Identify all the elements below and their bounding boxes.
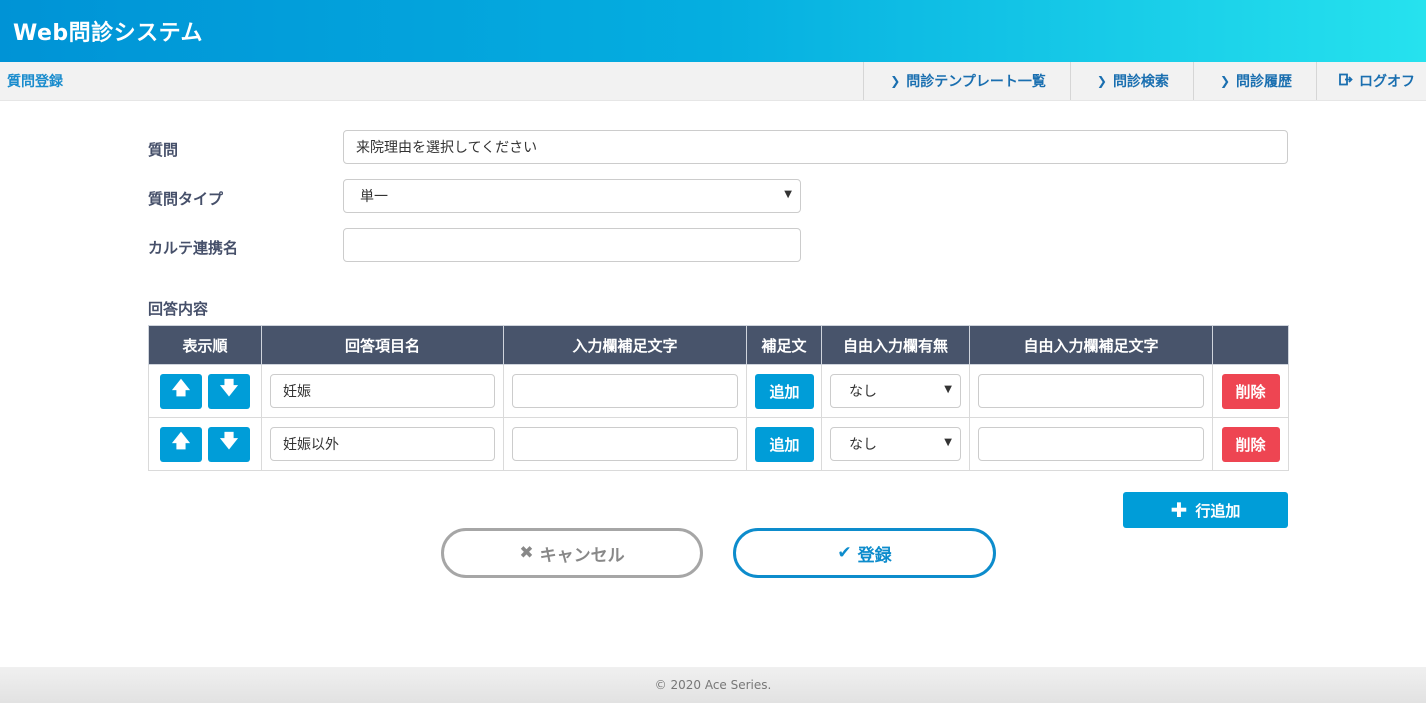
karte-label: カルテ連携名 — [148, 239, 239, 257]
chevron-down-icon: ▼ — [944, 437, 952, 448]
delete-button[interactable]: 削除 — [1221, 373, 1280, 409]
answers-section-label: 回答内容 — [148, 300, 209, 318]
free-supplement-cell — [969, 364, 1213, 418]
question-label: 質問 — [148, 141, 179, 159]
order-buttons: 🡅 🡇 — [157, 426, 253, 462]
nav-link-label: 問診検索 — [1112, 74, 1169, 90]
answer-name-input[interactable]: 妊娠以外 — [270, 427, 495, 461]
nav-link-label: 問診テンプレート一覧 — [906, 74, 1046, 90]
karte-input[interactable] — [343, 228, 801, 262]
cancel-button[interactable]: ✖ キャンセル — [441, 528, 703, 578]
question-input[interactable]: 来院理由を選択してください — [343, 130, 1288, 164]
close-icon: ✖ — [519, 543, 534, 563]
copyright-text: © 2020 Ace Series. — [654, 678, 772, 692]
supplement-input[interactable] — [512, 374, 738, 408]
move-down-button[interactable]: 🡇 — [208, 426, 250, 462]
add-supplement-cell: 追加 — [746, 417, 822, 471]
free-input-select[interactable]: なし ▼ — [830, 427, 961, 461]
nav-links: ❯ 問診テンプレート一覧 ❯ 問診検索 ❯ 問診履歴 ログオフ — [863, 62, 1426, 100]
question-type-label: 質問タイプ — [148, 190, 224, 208]
column-header — [1212, 325, 1289, 365]
column-header: 自由入力欄有無 — [821, 325, 970, 365]
submit-button[interactable]: ✔ 登録 — [733, 528, 996, 578]
nav-link-label: ログオフ — [1359, 74, 1415, 90]
order-cell: 🡅 🡇 — [148, 417, 262, 471]
app-title: Web問診システム — [13, 21, 203, 46]
order-buttons: 🡅 🡇 — [157, 373, 253, 409]
arrow-up-icon: 🡅 — [171, 431, 191, 452]
footer: © 2020 Ace Series. — [0, 667, 1426, 703]
free-input-cell: なし ▼ — [821, 364, 970, 418]
logout-icon — [1339, 73, 1353, 90]
delete-cell: 削除 — [1212, 417, 1289, 471]
question-form: 質問 来院理由を選択してください 質問タイプ 単一 ▼ カルテ連携名 — [148, 130, 1288, 262]
cancel-label: キャンセル — [539, 545, 625, 566]
check-icon: ✔ — [837, 543, 852, 563]
answer-name-cell: 妊娠以外 — [261, 417, 504, 471]
move-down-button[interactable]: 🡇 — [208, 373, 250, 409]
column-header: 自由入力欄補足文字 — [969, 325, 1213, 365]
delete-cell: 削除 — [1212, 364, 1289, 418]
delete-button[interactable]: 削除 — [1221, 426, 1280, 462]
free-supplement-input[interactable] — [978, 427, 1204, 461]
question-type-value: 単一 — [360, 189, 388, 205]
table-row: 🡅 🡇 妊娠以外 追加 なし ▼ 削除 — [148, 417, 1289, 471]
table-row: 🡅 🡇 妊娠 追加 なし ▼ 削除 — [148, 364, 1289, 418]
submit-label: 登録 — [857, 545, 892, 566]
chevron-down-icon: ▼ — [784, 189, 792, 200]
nav-link-template-list[interactable]: ❯ 問診テンプレート一覧 — [863, 62, 1070, 100]
column-header: 回答項目名 — [261, 325, 504, 365]
supplement-cell — [503, 364, 747, 418]
sub-navigation: 質問登録 ❯ 問診テンプレート一覧 ❯ 問診検索 ❯ 問診履歴 ログオフ — [0, 62, 1426, 101]
arrow-up-icon: 🡅 — [171, 378, 191, 399]
order-cell: 🡅 🡇 — [148, 364, 262, 418]
chevron-right-icon: ❯ — [890, 74, 901, 88]
add-supplement-cell: 追加 — [746, 364, 822, 418]
karte-row: カルテ連携名 — [148, 228, 1288, 262]
move-up-button[interactable]: 🡅 — [160, 426, 202, 462]
chevron-down-icon: ▼ — [944, 384, 952, 395]
nav-link-history[interactable]: ❯ 問診履歴 — [1192, 62, 1316, 100]
nav-link-search[interactable]: ❯ 問診検索 — [1069, 62, 1193, 100]
nav-link-logoff[interactable]: ログオフ — [1316, 62, 1426, 100]
app-header: Web問診システム — [0, 0, 1426, 62]
add-supplement-button[interactable]: 追加 — [755, 426, 814, 462]
free-input-value: なし — [849, 437, 877, 453]
arrow-down-icon: 🡇 — [219, 378, 239, 399]
page-title: 質問登録 — [7, 74, 63, 90]
answer-name-cell: 妊娠 — [261, 364, 504, 418]
table-header-row: 表示順 回答項目名 入力欄補足文字 補足文 自由入力欄有無 自由入力欄補足文字 — [148, 325, 1289, 365]
free-input-cell: なし ▼ — [821, 417, 970, 471]
move-up-button[interactable]: 🡅 — [160, 373, 202, 409]
arrow-down-icon: 🡇 — [219, 431, 239, 452]
supplement-cell — [503, 417, 747, 471]
free-supplement-cell — [969, 417, 1213, 471]
column-header: 表示順 — [148, 325, 262, 365]
question-type-select[interactable]: 単一 ▼ — [343, 179, 801, 213]
plus-icon: ✚ — [1170, 498, 1188, 522]
chevron-right-icon: ❯ — [1219, 74, 1230, 88]
free-input-value: なし — [849, 384, 877, 400]
free-supplement-input[interactable] — [978, 374, 1204, 408]
free-input-select[interactable]: なし ▼ — [830, 374, 961, 408]
add-row-label: 行追加 — [1195, 501, 1241, 520]
column-header: 入力欄補足文字 — [503, 325, 747, 365]
answers-table: 表示順 回答項目名 入力欄補足文字 補足文 自由入力欄有無 自由入力欄補足文字 … — [148, 325, 1289, 471]
question-row: 質問 来院理由を選択してください — [148, 130, 1288, 164]
answer-name-input[interactable]: 妊娠 — [270, 374, 495, 408]
question-type-row: 質問タイプ 単一 ▼ — [148, 179, 1288, 213]
add-supplement-button[interactable]: 追加 — [755, 373, 814, 409]
nav-link-label: 問診履歴 — [1236, 74, 1292, 90]
add-row-button[interactable]: ✚ 行追加 — [1123, 492, 1288, 528]
column-header: 補足文 — [746, 325, 822, 365]
chevron-right-icon: ❯ — [1096, 74, 1107, 88]
supplement-input[interactable] — [512, 427, 738, 461]
